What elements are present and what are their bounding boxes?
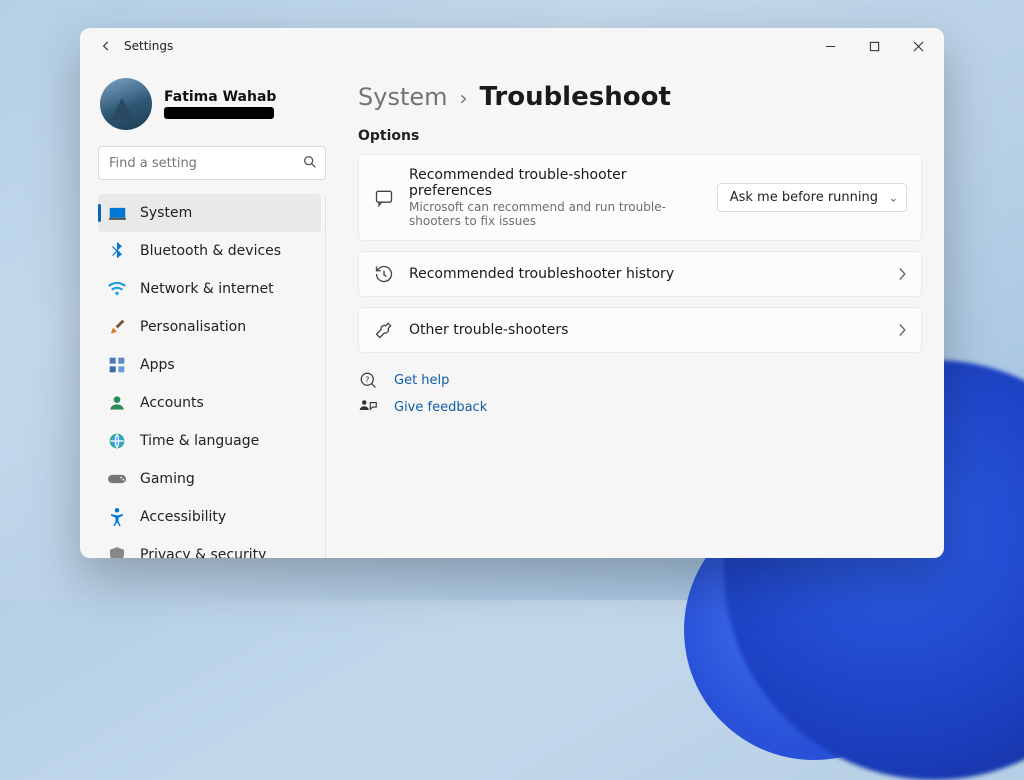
shield-icon — [108, 547, 126, 559]
breadcrumb-parent[interactable]: System — [358, 83, 448, 111]
get-help-link[interactable]: Get help — [394, 373, 449, 388]
accessibility-icon — [108, 508, 126, 526]
person-icon — [108, 395, 126, 411]
profile-block[interactable]: Fatima Wahab — [98, 74, 326, 146]
nav-label: Time & language — [140, 433, 259, 449]
sidebar: Fatima Wahab System Bluetooth & devices — [80, 64, 340, 558]
search-icon — [302, 154, 318, 170]
globe-icon — [108, 433, 126, 449]
nav-label: Personalisation — [140, 319, 246, 335]
nav-label: Accounts — [140, 395, 204, 411]
feedback-icon — [358, 399, 378, 415]
close-button[interactable] — [896, 31, 940, 61]
nav-label: System — [140, 205, 192, 221]
maximize-button[interactable] — [852, 31, 896, 61]
nav-gaming[interactable]: Gaming — [98, 460, 321, 498]
get-help-row: ? Get help — [358, 371, 922, 389]
profile-name: Fatima Wahab — [164, 89, 276, 105]
nav-privacy[interactable]: Privacy & security — [98, 536, 321, 558]
search-input[interactable] — [98, 146, 326, 180]
card-title: Recommended troubleshooter history — [409, 266, 883, 282]
search-box[interactable] — [98, 146, 326, 180]
nav-apps[interactable]: Apps — [98, 346, 321, 384]
display-icon — [108, 207, 126, 220]
nav-time-language[interactable]: Time & language — [98, 422, 321, 460]
nav-bluetooth[interactable]: Bluetooth & devices — [98, 232, 321, 270]
minimize-button[interactable] — [808, 31, 852, 61]
chevron-down-icon: ⌄ — [889, 191, 898, 204]
section-heading: Options — [358, 128, 922, 144]
footer-links: ? Get help Give feedback — [358, 371, 922, 415]
breadcrumb: System › Troubleshoot — [358, 82, 922, 112]
feedback-row: Give feedback — [358, 399, 922, 415]
nav-label: Accessibility — [140, 509, 226, 525]
dropdown-value: Ask me before running — [730, 190, 878, 205]
bluetooth-icon — [108, 242, 126, 260]
prefs-dropdown[interactable]: Ask me before running ⌄ — [717, 183, 907, 212]
card-title: Other trouble-shooters — [409, 322, 883, 338]
window-title: Settings — [124, 39, 173, 53]
nav-label: Apps — [140, 357, 175, 373]
nav-label: Network & internet — [140, 281, 274, 297]
nav-label: Bluetooth & devices — [140, 243, 281, 259]
card-subtitle: Microsoft can recommend and run trouble-… — [409, 200, 703, 228]
history-icon — [373, 264, 395, 284]
titlebar: Settings — [80, 28, 944, 64]
help-icon: ? — [358, 371, 378, 389]
back-button[interactable] — [94, 39, 118, 53]
nav-label: Gaming — [140, 471, 195, 487]
nav-personalisation[interactable]: Personalisation — [98, 308, 321, 346]
give-feedback-link[interactable]: Give feedback — [394, 400, 487, 415]
gamepad-icon — [108, 473, 126, 485]
chat-icon — [373, 188, 395, 208]
chevron-right-icon — [897, 323, 907, 337]
paintbrush-icon — [108, 319, 126, 335]
profile-email-redacted — [164, 107, 274, 119]
nav-network[interactable]: Network & internet — [98, 270, 321, 308]
nav-label: Privacy & security — [140, 547, 266, 558]
wifi-icon — [108, 282, 126, 296]
nav-accounts[interactable]: Accounts — [98, 384, 321, 422]
card-title: Recommended trouble-shooter preferences — [409, 167, 703, 199]
wrench-icon — [373, 320, 395, 340]
chevron-right-icon: › — [460, 86, 468, 110]
main-content: System › Troubleshoot Options Recommende… — [340, 64, 944, 558]
avatar — [100, 78, 152, 130]
chevron-right-icon — [897, 267, 907, 281]
card-other-troubleshooters[interactable]: Other trouble-shooters — [358, 307, 922, 353]
nav-accessibility[interactable]: Accessibility — [98, 498, 321, 536]
svg-text:?: ? — [365, 374, 369, 384]
apps-icon — [108, 357, 126, 373]
settings-window: Settings Fatima Wahab — [80, 28, 944, 558]
page-title: Troubleshoot — [480, 82, 671, 112]
card-troubleshooter-prefs: Recommended trouble-shooter preferences … — [358, 154, 922, 241]
card-history[interactable]: Recommended troubleshooter history — [358, 251, 922, 297]
nav-system[interactable]: System — [98, 194, 321, 232]
nav-list: System Bluetooth & devices Network & int… — [98, 194, 326, 558]
